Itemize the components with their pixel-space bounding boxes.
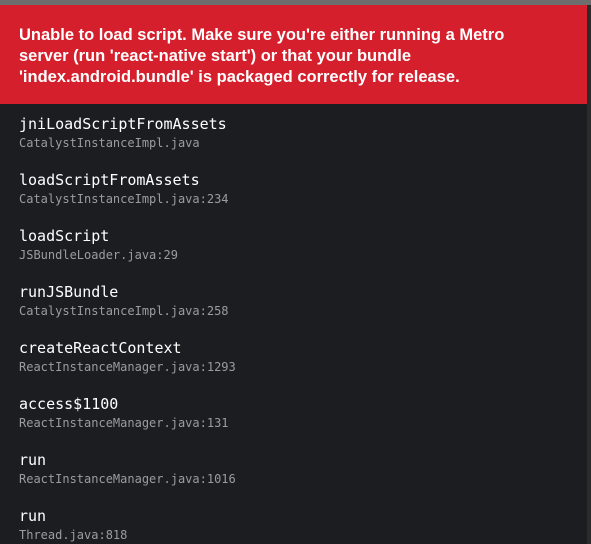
frame-file: ReactInstanceManager.java:1293 xyxy=(19,360,236,374)
stack-frame-runjsbundle[interactable]: runJSBundle CatalystInstanceImpl.java:25… xyxy=(19,283,587,339)
stack-trace[interactable]: jniLoadScriptFromAssets CatalystInstance… xyxy=(0,104,587,544)
frame-file: ReactInstanceManager.java:131 xyxy=(19,416,229,430)
frame-method: loadScript xyxy=(19,227,110,245)
frame-method: run xyxy=(19,507,47,525)
frame-method: runJSBundle xyxy=(19,283,119,301)
error-header: Unable to load script. Make sure you're … xyxy=(0,5,587,104)
stack-frame-createreactcontext[interactable]: createReactContext ReactInstanceManager.… xyxy=(19,339,587,395)
stack-frame-loadscriptfromassets[interactable]: loadScriptFromAssets CatalystInstanceImp… xyxy=(19,171,587,227)
frame-file: Thread.java:818 xyxy=(19,528,128,542)
frame-file: CatalystInstanceImpl.java:234 xyxy=(19,192,229,206)
redbox-panel: Unable to load script. Make sure you're … xyxy=(0,5,587,544)
frame-method: jniLoadScriptFromAssets xyxy=(19,115,227,133)
stack-frame-loadscript[interactable]: loadScript JSBundleLoader.java:29 xyxy=(19,227,587,283)
frame-method: access$1100 xyxy=(19,395,119,413)
frame-method: loadScriptFromAssets xyxy=(19,171,200,189)
redbox-screen: Unable to load script. Make sure you're … xyxy=(0,0,591,544)
stack-frame-access1100[interactable]: access$1100 ReactInstanceManager.java:13… xyxy=(19,395,587,451)
frame-method: run xyxy=(19,451,47,469)
stack-frame-jniloadscriptfromassets[interactable]: jniLoadScriptFromAssets CatalystInstance… xyxy=(19,115,587,171)
error-message: Unable to load script. Make sure you're … xyxy=(19,26,505,86)
frame-file: ReactInstanceManager.java:1016 xyxy=(19,472,236,486)
stack-frame-run[interactable]: run ReactInstanceManager.java:1016 xyxy=(19,451,587,507)
frame-file: JSBundleLoader.java:29 xyxy=(19,248,178,262)
frame-file: CatalystInstanceImpl.java xyxy=(19,136,200,150)
stack-frame-run-thread[interactable]: run Thread.java:818 xyxy=(19,507,587,544)
frame-file: CatalystInstanceImpl.java:258 xyxy=(19,304,229,318)
frame-method: createReactContext xyxy=(19,339,182,357)
